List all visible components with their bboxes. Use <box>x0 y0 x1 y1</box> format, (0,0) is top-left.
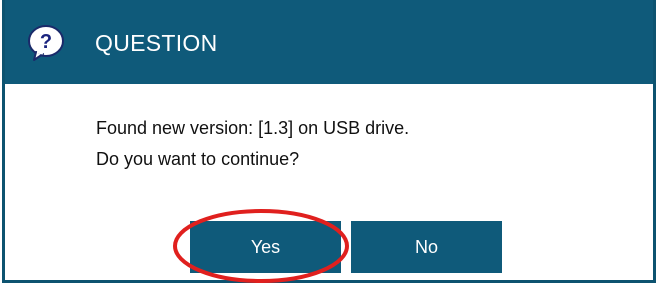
message-line-1: Found new version: [1.3] on USB drive. <box>96 118 410 138</box>
dialog-titlebar: ? QUESTION <box>5 0 653 84</box>
dialog-title: QUESTION <box>95 30 218 56</box>
question-bubble-icon: ? <box>27 24 65 62</box>
dialog-message: Found new version: [1.3] on USB drive. D… <box>96 113 409 175</box>
question-dialog: ? QUESTION Found new version: [1.3] on U… <box>2 0 656 283</box>
yes-button[interactable]: Yes <box>190 221 341 273</box>
no-button[interactable]: No <box>351 221 502 273</box>
svg-text:?: ? <box>40 31 52 53</box>
message-line-2: Do you want to continue? <box>96 149 300 169</box>
